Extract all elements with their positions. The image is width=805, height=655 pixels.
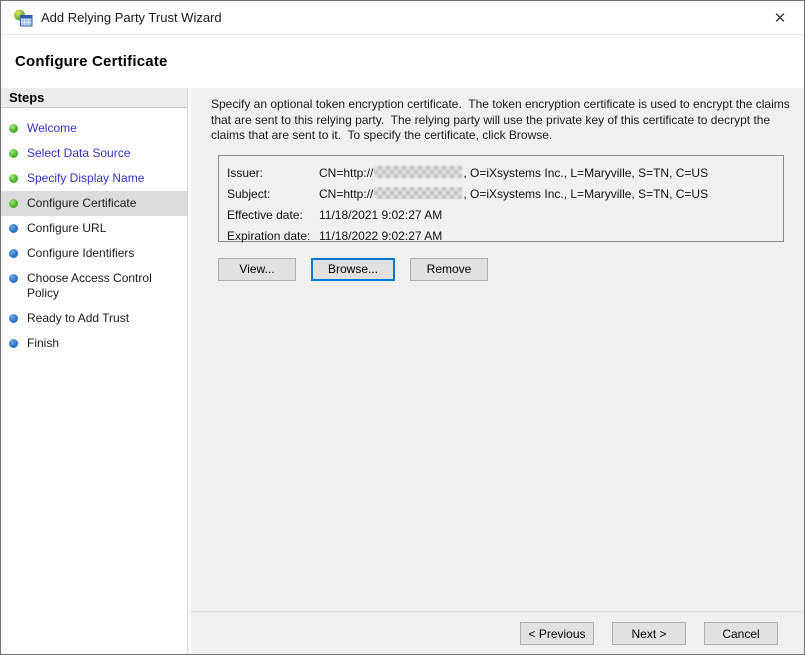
- cert-value: 11/18/2021 9:02:27 AM: [319, 205, 442, 226]
- step-specify-display-name[interactable]: Specify Display Name: [1, 166, 187, 191]
- window-title: Add Relying Party Trust Wizard: [41, 10, 766, 25]
- step-label: Finish: [27, 336, 59, 351]
- cert-value-prefix: CN=http://: [319, 187, 373, 201]
- wizard-footer: < Previous Next > Cancel: [191, 612, 804, 654]
- step-label: Configure URL: [27, 221, 106, 236]
- cert-value: CN=http:// , O=iXsystems Inc., L=Maryvill…: [319, 184, 708, 205]
- previous-button[interactable]: < Previous: [520, 622, 594, 645]
- title-bar: Add Relying Party Trust Wizard ✕: [1, 1, 804, 35]
- main-content: Specify an optional token encryption cer…: [191, 88, 804, 612]
- upcoming-step-icon: [9, 314, 18, 323]
- certificate-actions: View... Browse... Remove: [218, 258, 786, 281]
- cancel-button[interactable]: Cancel: [704, 622, 778, 645]
- steps-sidebar: Steps Welcome Select Data Source Specify…: [1, 88, 187, 654]
- step-select-data-source[interactable]: Select Data Source: [1, 141, 187, 166]
- step-label: Specify Display Name: [27, 171, 144, 186]
- steps-list: Welcome Select Data Source Specify Displ…: [1, 108, 187, 356]
- certificate-details-box: Issuer: CN=http:// , O=iXsystems Inc., L=…: [218, 155, 784, 242]
- cert-label: Subject:: [227, 184, 319, 205]
- cert-value-suffix: , O=iXsystems Inc., L=Maryville, S=TN, C…: [463, 166, 708, 180]
- cert-value-suffix: , O=iXsystems Inc., L=Maryville, S=TN, C…: [463, 187, 708, 201]
- adfs-wizard-icon: [13, 8, 33, 28]
- upcoming-step-icon: [9, 224, 18, 233]
- cert-row-subject: Subject: CN=http:// , O=iXsystems Inc., L…: [227, 184, 775, 205]
- cert-row-expiration-date: Expiration date: 11/18/2022 9:02:27 AM: [227, 226, 775, 247]
- page-heading-band: Configure Certificate: [1, 35, 804, 88]
- step-label: Ready to Add Trust: [27, 311, 129, 326]
- close-icon[interactable]: ✕: [766, 5, 794, 31]
- step-ready-to-add-trust: Ready to Add Trust: [1, 306, 187, 331]
- upcoming-step-icon: [9, 274, 18, 283]
- page-description: Specify an optional token encryption cer…: [211, 97, 799, 144]
- main-panel: Specify an optional token encryption cer…: [191, 88, 804, 654]
- completed-step-icon: [9, 149, 18, 158]
- next-button[interactable]: Next >: [612, 622, 686, 645]
- remove-button[interactable]: Remove: [410, 258, 488, 281]
- step-label: Select Data Source: [27, 146, 130, 161]
- current-step-icon: [9, 199, 18, 208]
- cert-row-effective-date: Effective date: 11/18/2021 9:02:27 AM: [227, 205, 775, 226]
- cert-value: 11/18/2022 9:02:27 AM: [319, 226, 442, 247]
- dialog-body: Steps Welcome Select Data Source Specify…: [1, 88, 804, 654]
- step-welcome[interactable]: Welcome: [1, 116, 187, 141]
- step-choose-access-control-policy: Choose Access Control Policy: [1, 266, 187, 306]
- step-configure-url: Configure URL: [1, 216, 187, 241]
- step-finish: Finish: [1, 331, 187, 356]
- view-button[interactable]: View...: [218, 258, 296, 281]
- browse-button[interactable]: Browse...: [311, 258, 395, 281]
- step-label: Configure Identifiers: [27, 246, 134, 261]
- cert-label: Issuer:: [227, 163, 319, 184]
- redacted-value: [374, 166, 462, 178]
- wizard-dialog: Add Relying Party Trust Wizard ✕ Configu…: [0, 0, 805, 655]
- upcoming-step-icon: [9, 249, 18, 258]
- step-configure-certificate: Configure Certificate: [1, 191, 187, 216]
- upcoming-step-icon: [9, 339, 18, 348]
- cert-label: Expiration date:: [227, 226, 319, 247]
- cert-value-prefix: CN=http://: [319, 166, 373, 180]
- cert-value: CN=http:// , O=iXsystems Inc., L=Maryvill…: [319, 163, 708, 184]
- cert-label: Effective date:: [227, 205, 319, 226]
- completed-step-icon: [9, 124, 18, 133]
- step-label: Welcome: [27, 121, 77, 136]
- step-configure-identifiers: Configure Identifiers: [1, 241, 187, 266]
- completed-step-icon: [9, 174, 18, 183]
- cert-row-issuer: Issuer: CN=http:// , O=iXsystems Inc., L=…: [227, 163, 775, 184]
- steps-header: Steps: [1, 88, 187, 108]
- redacted-value: [374, 187, 462, 199]
- step-label: Configure Certificate: [27, 196, 136, 211]
- page-title: Configure Certificate: [15, 53, 168, 70]
- step-label: Choose Access Control Policy: [27, 271, 172, 301]
